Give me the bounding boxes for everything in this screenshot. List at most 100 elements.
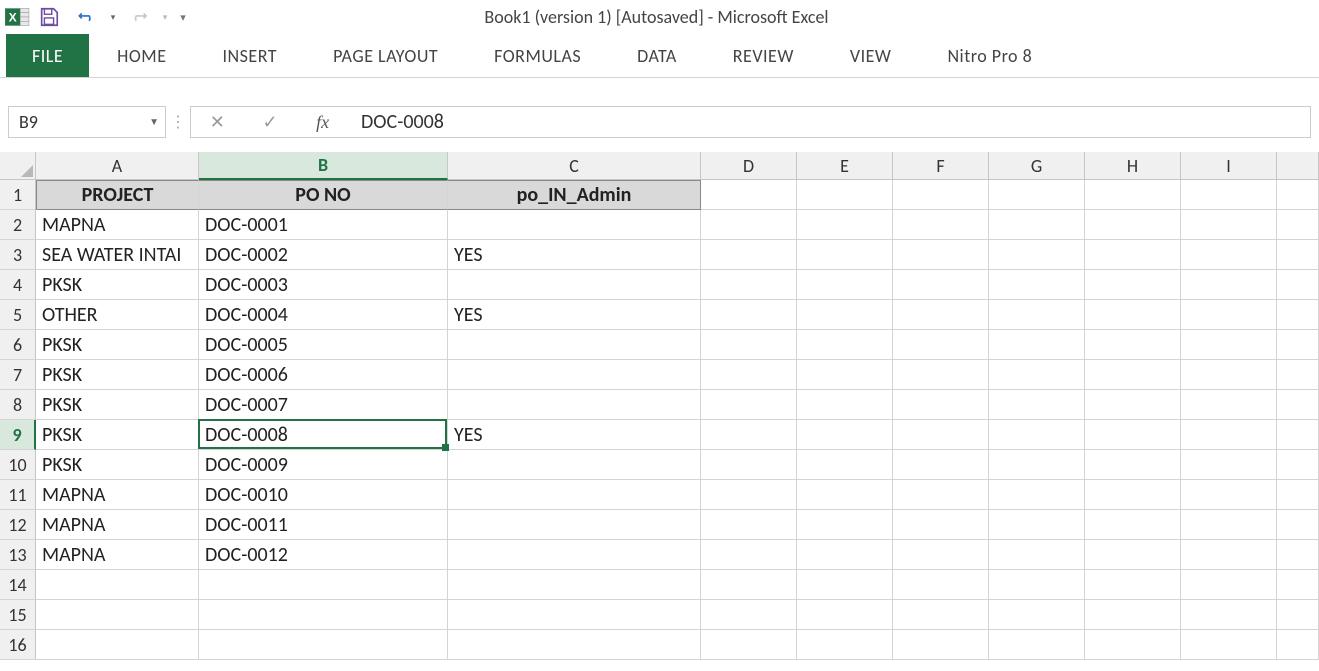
cell-tail-1[interactable] [1277, 180, 1319, 210]
cell-H15[interactable] [1085, 600, 1181, 630]
row-header-12[interactable]: 12 [0, 510, 36, 540]
cell-B6[interactable]: DOC-0005 [199, 330, 448, 360]
cell-tail-7[interactable] [1277, 360, 1319, 390]
cell-E8[interactable] [797, 390, 893, 420]
cell-D4[interactable] [701, 270, 797, 300]
row-header-16[interactable]: 16 [0, 630, 36, 660]
column-header-H[interactable]: H [1085, 152, 1181, 180]
column-header-B[interactable]: B [199, 152, 448, 180]
cell-I15[interactable] [1181, 600, 1277, 630]
cell-B13[interactable]: DOC-0012 [199, 540, 448, 570]
cell-C10[interactable] [448, 450, 701, 480]
row-header-6[interactable]: 6 [0, 330, 36, 360]
cell-I3[interactable] [1181, 240, 1277, 270]
cell-C13[interactable] [448, 540, 701, 570]
cell-C6[interactable] [448, 330, 701, 360]
cell-tail-13[interactable] [1277, 540, 1319, 570]
cell-tail-2[interactable] [1277, 210, 1319, 240]
redo-dropdown-icon[interactable]: ▾ [158, 12, 172, 23]
cell-tail-9[interactable] [1277, 420, 1319, 450]
tab-formulas[interactable]: FORMULAS [466, 34, 609, 77]
row-header-8[interactable]: 8 [0, 390, 36, 420]
cell-F3[interactable] [893, 240, 989, 270]
cell-I9[interactable] [1181, 420, 1277, 450]
name-box-dropdown-icon[interactable]: ▼ [149, 115, 159, 128]
cell-D12[interactable] [701, 510, 797, 540]
column-header-F[interactable]: F [893, 152, 989, 180]
cell-D6[interactable] [701, 330, 797, 360]
cell-E13[interactable] [797, 540, 893, 570]
cell-E16[interactable] [797, 630, 893, 660]
cell-H7[interactable] [1085, 360, 1181, 390]
cell-A3[interactable]: SEA WATER INTAI [36, 240, 199, 270]
cell-G7[interactable] [989, 360, 1085, 390]
cell-C3[interactable]: YES [448, 240, 701, 270]
cell-B11[interactable]: DOC-0010 [199, 480, 448, 510]
cell-H2[interactable] [1085, 210, 1181, 240]
tab-file[interactable]: FILE [6, 34, 89, 77]
row-header-1[interactable]: 1 [0, 180, 36, 210]
cell-I6[interactable] [1181, 330, 1277, 360]
cell-C9[interactable]: YES [448, 420, 701, 450]
cell-D11[interactable] [701, 480, 797, 510]
cancel-icon[interactable]: ✕ [202, 111, 232, 133]
cell-G6[interactable] [989, 330, 1085, 360]
cell-A14[interactable] [36, 570, 199, 600]
cell-B10[interactable]: DOC-0009 [199, 450, 448, 480]
cell-F5[interactable] [893, 300, 989, 330]
cell-D8[interactable] [701, 390, 797, 420]
cell-I13[interactable] [1181, 540, 1277, 570]
cell-G13[interactable] [989, 540, 1085, 570]
cell-F2[interactable] [893, 210, 989, 240]
row-header-3[interactable]: 3 [0, 240, 36, 270]
tab-insert[interactable]: INSERT [194, 34, 305, 77]
cell-E7[interactable] [797, 360, 893, 390]
cell-H11[interactable] [1085, 480, 1181, 510]
cell-C5[interactable]: YES [448, 300, 701, 330]
cell-H16[interactable] [1085, 630, 1181, 660]
cell-F9[interactable] [893, 420, 989, 450]
cell-E6[interactable] [797, 330, 893, 360]
cell-B5[interactable]: DOC-0004 [199, 300, 448, 330]
qat-customize-icon[interactable]: ▾ [172, 2, 194, 32]
tab-view[interactable]: VIEW [822, 34, 920, 77]
cell-A7[interactable]: PKSK [36, 360, 199, 390]
cell-D14[interactable] [701, 570, 797, 600]
cell-C7[interactable] [448, 360, 701, 390]
row-header-14[interactable]: 14 [0, 570, 36, 600]
cell-E15[interactable] [797, 600, 893, 630]
cell-E9[interactable] [797, 420, 893, 450]
cell-H8[interactable] [1085, 390, 1181, 420]
cell-G14[interactable] [989, 570, 1085, 600]
undo-dropdown-icon[interactable]: ▾ [106, 12, 120, 23]
cell-tail-6[interactable] [1277, 330, 1319, 360]
cell-F4[interactable] [893, 270, 989, 300]
cell-A2[interactable]: MAPNA [36, 210, 199, 240]
cell-H4[interactable] [1085, 270, 1181, 300]
cell-E3[interactable] [797, 240, 893, 270]
tab-review[interactable]: REVIEW [705, 34, 822, 77]
cell-A15[interactable] [36, 600, 199, 630]
cell-C11[interactable] [448, 480, 701, 510]
cell-E1[interactable] [797, 180, 893, 210]
cell-F8[interactable] [893, 390, 989, 420]
cell-F1[interactable] [893, 180, 989, 210]
cell-F13[interactable] [893, 540, 989, 570]
cell-B1[interactable]: PO NO [199, 180, 448, 210]
name-box[interactable]: B9 ▼ [8, 106, 166, 138]
cell-I16[interactable] [1181, 630, 1277, 660]
cell-F12[interactable] [893, 510, 989, 540]
fx-icon[interactable]: fx [308, 112, 338, 133]
cell-G5[interactable] [989, 300, 1085, 330]
cell-A12[interactable]: MAPNA [36, 510, 199, 540]
cell-tail-16[interactable] [1277, 630, 1319, 660]
column-header-tail[interactable] [1277, 152, 1319, 180]
cell-B14[interactable] [199, 570, 448, 600]
cell-D13[interactable] [701, 540, 797, 570]
cell-H6[interactable] [1085, 330, 1181, 360]
row-header-11[interactable]: 11 [0, 480, 36, 510]
cell-G9[interactable] [989, 420, 1085, 450]
cell-A13[interactable]: MAPNA [36, 540, 199, 570]
cell-A8[interactable]: PKSK [36, 390, 199, 420]
cell-C2[interactable] [448, 210, 701, 240]
